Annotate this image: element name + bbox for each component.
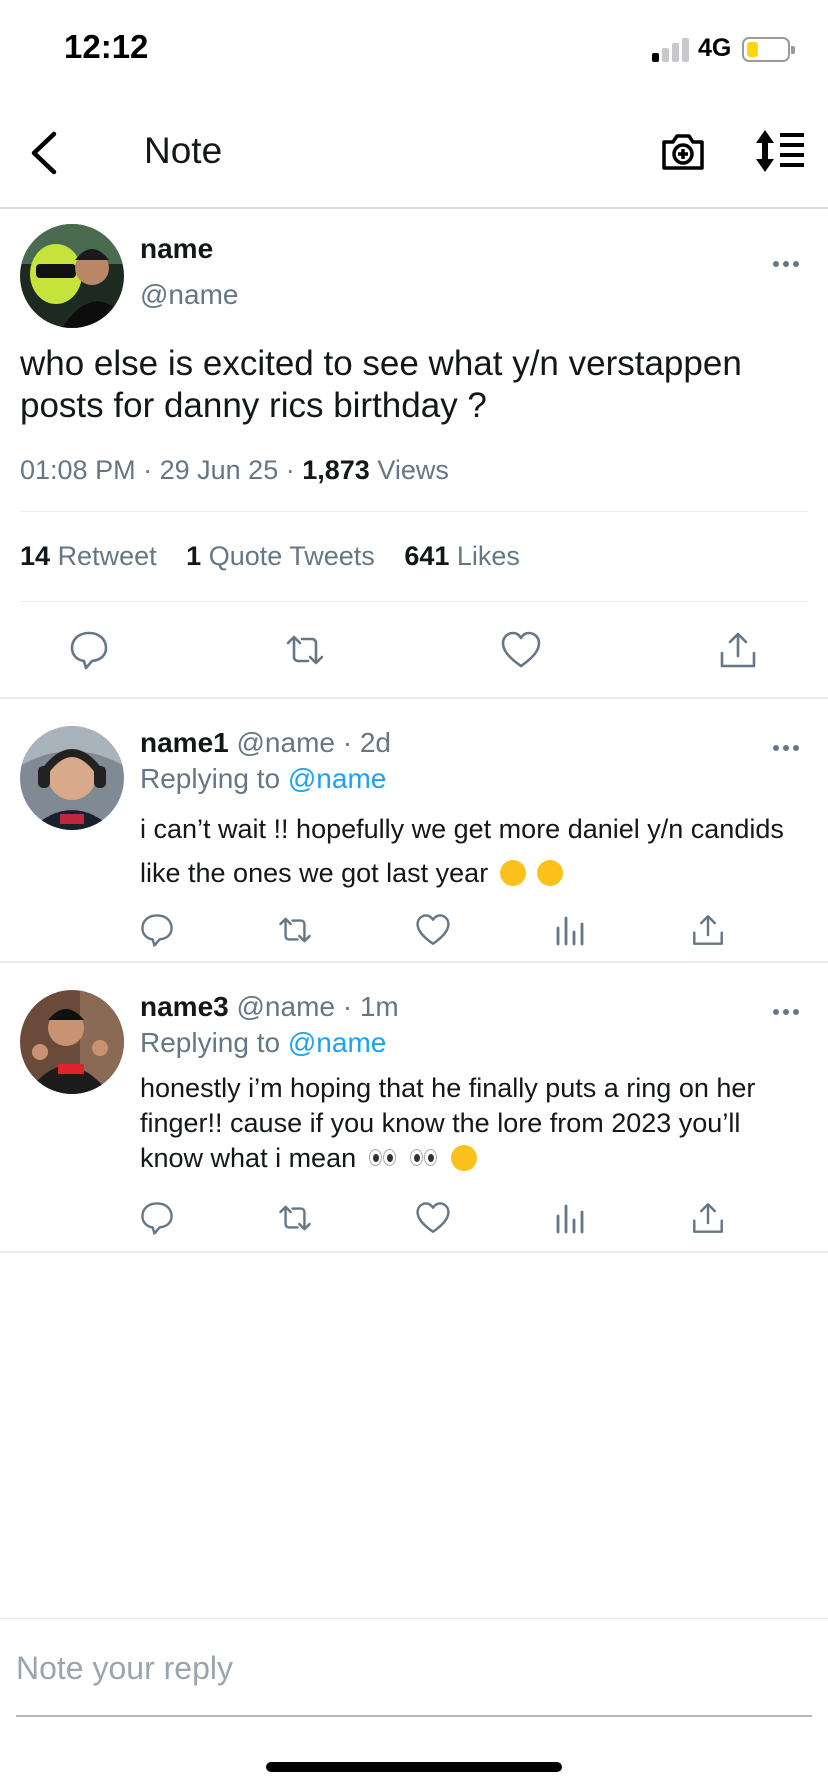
- share-button[interactable]: [717, 629, 759, 671]
- views-label: Views: [377, 455, 449, 485]
- camera-plus-icon: [662, 134, 704, 170]
- eyes-emoji: [409, 1145, 439, 1171]
- comment-icon: [141, 914, 173, 947]
- share-icon: [720, 632, 756, 668]
- heart-icon: [416, 914, 450, 945]
- reply-age: 2d: [359, 727, 392, 758]
- share-button[interactable]: [690, 1200, 726, 1236]
- avatar[interactable]: [20, 224, 124, 328]
- divider: [20, 511, 808, 512]
- reply-text: honestly i’m hoping that he finally puts…: [140, 1073, 756, 1173]
- reply-header: name3 @name · 1m: [140, 991, 399, 1023]
- tweet-time: 01:08 PM: [20, 455, 136, 485]
- comment-icon: [70, 631, 108, 670]
- reply-author-handle[interactable]: @name: [237, 727, 335, 758]
- more-options-icon[interactable]: [771, 1004, 801, 1015]
- reply-button[interactable]: [139, 1200, 175, 1236]
- analytics-button[interactable]: [552, 1200, 588, 1236]
- views-count: 1,873: [302, 455, 370, 485]
- chevron-left-icon: [31, 131, 57, 175]
- meta-separator: ·: [342, 727, 353, 758]
- eyes-emoji: [368, 1145, 398, 1171]
- retweets-stat[interactable]: 14 Retweet: [20, 541, 157, 571]
- battery-icon: [742, 37, 795, 62]
- comment-icon: [141, 1202, 173, 1235]
- analytics-icon: [556, 1204, 584, 1234]
- reply-age: 1m: [359, 991, 399, 1022]
- thinking-face-emoji: [499, 860, 526, 886]
- likes-stat[interactable]: 641 Likes: [404, 541, 520, 571]
- divider: [20, 601, 808, 602]
- reply-button[interactable]: [68, 629, 110, 671]
- winking-face-emoji: [450, 1145, 477, 1171]
- meta-separator: ·: [342, 991, 353, 1022]
- more-options-icon[interactable]: [771, 256, 801, 267]
- reply-author-handle[interactable]: @name: [237, 991, 335, 1022]
- home-indicator[interactable]: [266, 1762, 562, 1772]
- reply-author-name[interactable]: name1: [140, 727, 229, 758]
- status-bar: 12:12 4G: [0, 0, 828, 100]
- more-options-icon[interactable]: [771, 740, 801, 751]
- reply-author-name[interactable]: name3: [140, 991, 229, 1022]
- tweet-date: 29 Jun 25: [159, 455, 279, 485]
- retweet-icon: [286, 635, 324, 665]
- retweet-icon: [279, 917, 311, 943]
- retweet-button[interactable]: [284, 629, 326, 671]
- heart-icon: [416, 1202, 450, 1233]
- analytics-icon: [556, 916, 584, 946]
- reply-tweet[interactable]: name3 @name · 1m Replying to @name hones…: [0, 963, 828, 1253]
- like-button[interactable]: [500, 629, 542, 671]
- quotes-stat[interactable]: 1 Quote Tweets: [186, 541, 375, 571]
- retweet-icon: [279, 1205, 311, 1231]
- divider: [16, 1715, 812, 1717]
- avatar[interactable]: [20, 726, 124, 830]
- author-name[interactable]: name: [140, 233, 213, 265]
- share-button[interactable]: [690, 912, 726, 948]
- reply-header: name1 @name · 2d: [140, 727, 391, 759]
- back-button[interactable]: [22, 126, 70, 180]
- like-button[interactable]: [415, 912, 451, 948]
- heart-icon: [501, 631, 541, 668]
- reply-composer: [0, 1618, 828, 1717]
- face-with-hand-over-mouth-emoji: [537, 860, 564, 886]
- reply-button[interactable]: [139, 912, 175, 948]
- tweet-stats: 14 Retweet 1 Quote Tweets 641 Likes: [20, 541, 520, 572]
- tweet-meta: 01:08 PM · 29 Jun 25 · 1,873 Views: [20, 455, 449, 486]
- signal-strength-icon: [652, 38, 690, 62]
- tweet-actions: [0, 629, 828, 679]
- network-type: 4G: [698, 34, 732, 62]
- retweet-button[interactable]: [277, 912, 313, 948]
- page-title: Note: [144, 130, 223, 171]
- meta-separator: ·: [143, 455, 153, 485]
- tweet-text: who else is excited to see what y/n vers…: [20, 344, 742, 425]
- status-time: 12:12: [64, 28, 149, 65]
- share-icon: [693, 1203, 723, 1233]
- replying-to: Replying to @name: [140, 763, 387, 794]
- mention-link[interactable]: @name: [288, 763, 386, 794]
- reply-input[interactable]: [16, 1643, 806, 1693]
- replying-to: Replying to @name: [140, 1027, 387, 1058]
- camera-button[interactable]: [660, 128, 706, 174]
- analytics-button[interactable]: [552, 912, 588, 948]
- nav-bar: Note: [0, 100, 828, 209]
- meta-separator: ·: [285, 455, 295, 485]
- mention-link[interactable]: @name: [288, 1027, 386, 1058]
- sort-button[interactable]: [754, 128, 806, 174]
- retweet-button[interactable]: [277, 1200, 313, 1236]
- sort-list-icon: [756, 130, 804, 172]
- share-icon: [693, 915, 723, 945]
- reply-text: i can’t wait !! hopefully we get more da…: [140, 814, 784, 888]
- reply-tweet[interactable]: name1 @name · 2d Replying to @name i can…: [0, 699, 828, 963]
- like-button[interactable]: [415, 1200, 451, 1236]
- main-tweet: name @name who else is excited to see wh…: [0, 209, 828, 699]
- reply-actions: [0, 912, 828, 952]
- reply-actions: [0, 1200, 828, 1240]
- author-handle[interactable]: @name: [140, 279, 238, 311]
- avatar[interactable]: [20, 990, 124, 1094]
